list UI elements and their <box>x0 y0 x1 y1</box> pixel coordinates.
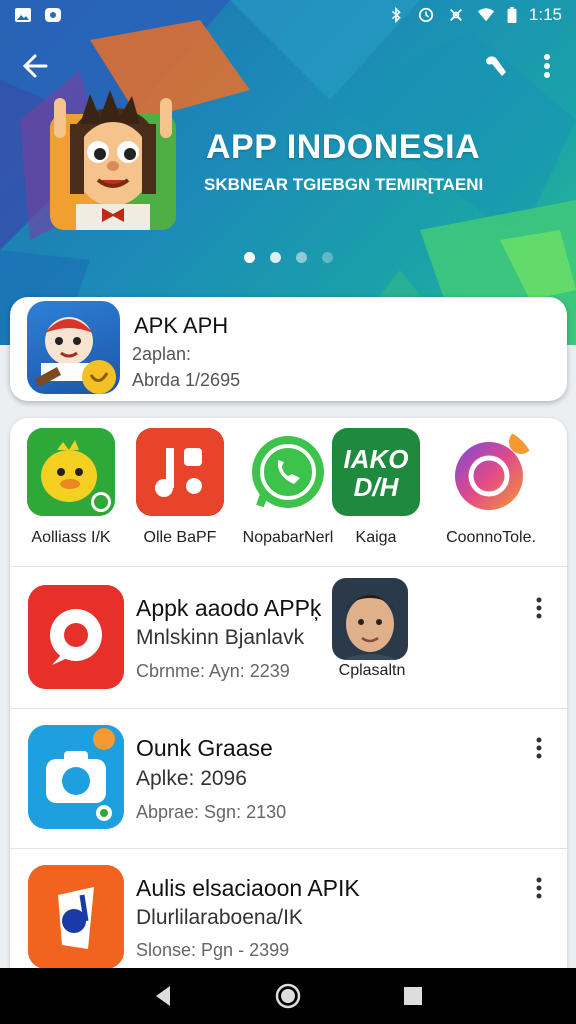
top-app-5[interactable]: CoonnoTole. <box>430 428 540 558</box>
top-app-1[interactable]: Aolliass I/K <box>10 428 120 558</box>
ring-icon <box>447 428 535 516</box>
featured-app-category: 2aplan: <box>132 344 192 364</box>
text-logo-icon: IAKO D/H <box>332 428 420 516</box>
top-app-2[interactable]: Olle BaPF <box>119 428 229 558</box>
list-item-title: Aulis elsaciaoon APIK <box>136 875 360 901</box>
red-logo-icon <box>28 585 124 689</box>
notification-icon <box>45 8 61 22</box>
status-time: 1:15 <box>528 5 562 24</box>
list-item-subtitle: Mnlskinn Bjanlavk <box>136 626 305 649</box>
featured-app-icon <box>27 301 120 394</box>
avatar <box>332 578 408 660</box>
featured-app-title: APK APH <box>134 313 229 338</box>
top-apps-row: Aolliass I/K Olle BaPF NopabarNerl IAKO … <box>10 428 567 563</box>
nav-home-icon[interactable] <box>273 981 303 1011</box>
avatar-label: Cplasaltn <box>338 662 406 679</box>
featured-app-card[interactable]: APK APH 2aplan: Abrda 1/2695 <box>10 297 567 401</box>
top-app-5-label: CoonnoTole. <box>446 529 536 546</box>
list-item-meta: Cbrnme: Ayn: 2239 <box>136 661 290 681</box>
carousel-dot-4[interactable] <box>322 252 333 263</box>
duck-icon <box>27 428 115 516</box>
more-vert-icon[interactable] <box>530 736 548 762</box>
back-arrow-icon[interactable] <box>18 48 54 84</box>
orange-logo-icon <box>28 865 124 969</box>
featured-app-meta: Abrda 1/2695 <box>132 370 241 390</box>
mascot-illustration <box>50 90 176 230</box>
list-item-subtitle: Dlurlilaraboena/IK <box>136 906 303 929</box>
image-icon <box>15 8 31 22</box>
list-item-subtitle: Aplke: 2096 <box>136 767 247 790</box>
status-bar: 1:15 <box>0 0 576 30</box>
list-item-meta: Abprae: Sgn: 2130 <box>136 802 287 822</box>
list-item[interactable]: Aulis elsaciaoon APIK Dlurlilaraboena/IK… <box>10 848 567 988</box>
developer-avatar[interactable]: Cplasaltn <box>332 578 412 688</box>
vibrate-icon <box>449 9 462 21</box>
app-list-card: Aolliass I/K Olle BaPF NopabarNerl IAKO … <box>10 418 567 978</box>
alarm-icon <box>418 7 434 23</box>
divider <box>10 566 567 567</box>
battery-icon <box>507 7 517 23</box>
carousel-dot-3[interactable] <box>296 252 307 263</box>
camera-icon <box>28 725 124 829</box>
hero-subtitle: SKBNEAR TGIEBGN TEMIR[TAENI <box>204 175 484 194</box>
top-app-4-label: Kaiga <box>355 529 397 546</box>
list-item-title: Ounk Graase <box>136 735 273 761</box>
list-item[interactable]: Ounk Graase Aplke: 2096 Abprae: Sgn: 213… <box>10 708 567 848</box>
nav-back-icon[interactable] <box>148 981 178 1011</box>
top-app-4[interactable]: IAKO D/H Kaiga <box>315 428 425 558</box>
top-app-2-label: Olle BaPF <box>143 529 217 546</box>
wrench-icon[interactable] <box>480 50 510 82</box>
top-app-1-label: Aolliass I/K <box>31 529 111 546</box>
music-note-icon <box>136 428 224 516</box>
more-vert-icon[interactable] <box>530 876 548 902</box>
system-navigation-bar <box>0 968 576 1024</box>
list-item-title: Appk aaodo APPķ <box>136 595 322 621</box>
carousel-indicator[interactable] <box>244 252 333 263</box>
nav-recents-icon[interactable] <box>398 981 428 1011</box>
carousel-dot-2[interactable] <box>270 252 281 263</box>
wifi-icon <box>477 8 495 22</box>
more-vert-icon[interactable] <box>532 50 562 82</box>
hero-title: APP INDONESIA <box>206 128 481 166</box>
more-vert-icon[interactable] <box>530 596 548 622</box>
list-item-meta: Slonse: Pgn - 2399 <box>136 940 290 960</box>
svg-text:IAKO: IAKO <box>344 444 409 474</box>
svg-text:D/H: D/H <box>354 472 400 502</box>
carousel-dot-1[interactable] <box>244 252 255 263</box>
bluetooth-icon <box>391 7 401 23</box>
list-item[interactable]: Appk aaodo APPķ Mnlskinn Bjanlavk Cbrnme… <box>10 568 567 708</box>
